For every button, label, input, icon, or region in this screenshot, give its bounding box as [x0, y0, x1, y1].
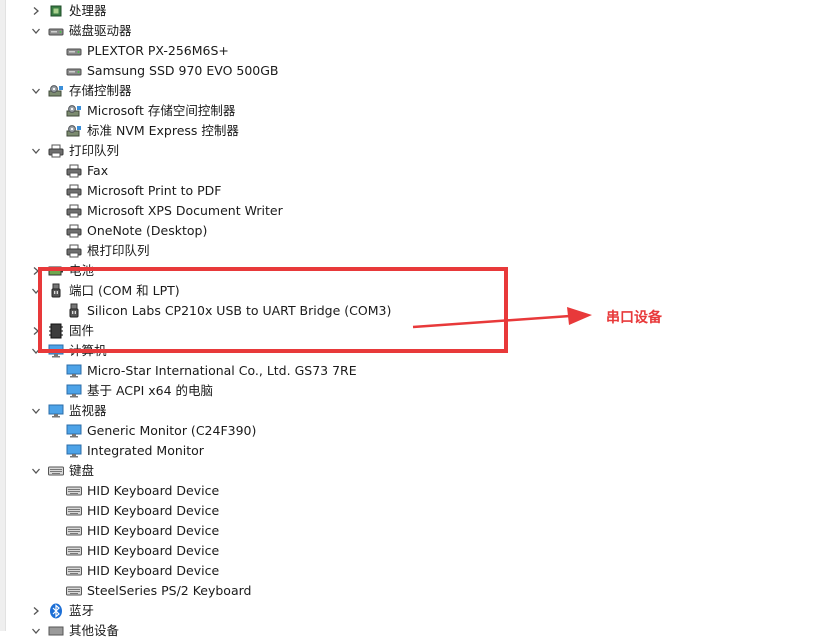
annotation-arrow [412, 307, 592, 329]
annotation-label: 串口设备 [606, 310, 662, 326]
